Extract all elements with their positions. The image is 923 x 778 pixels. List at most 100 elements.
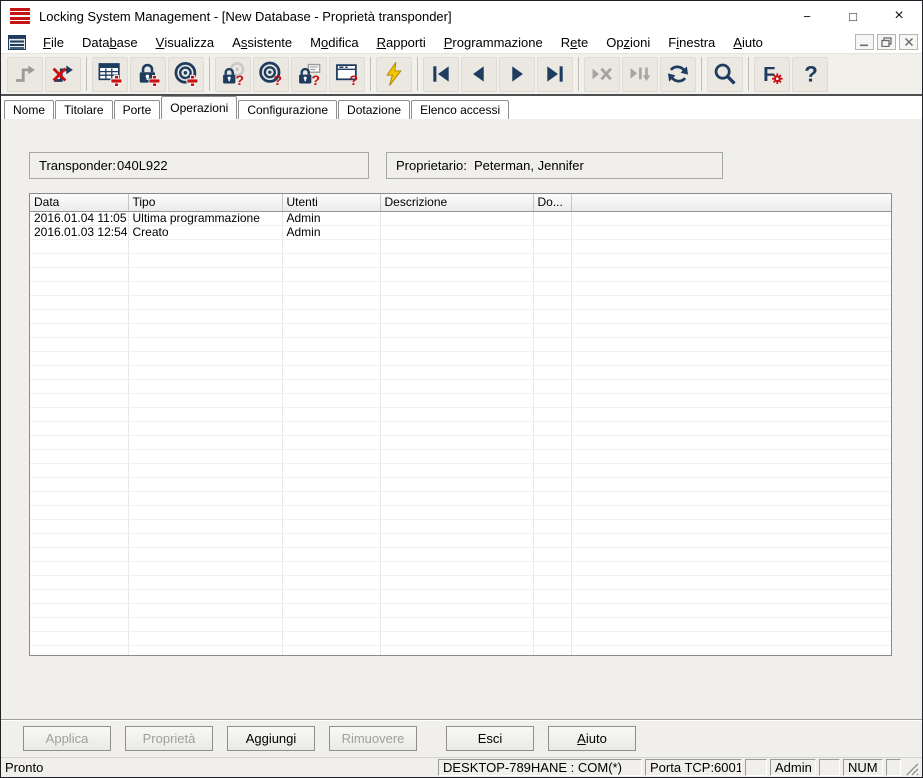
table-row[interactable]	[30, 631, 891, 645]
menu-aiuto[interactable]: Aiuto	[724, 31, 772, 53]
table-row[interactable]	[30, 379, 891, 393]
menu-assistente[interactable]: Assistente	[223, 31, 301, 53]
tab-dotazione[interactable]: Dotazione	[338, 100, 410, 119]
lock-add-button[interactable]	[130, 57, 166, 92]
esci-button[interactable]: Esci	[446, 726, 534, 751]
menu-database[interactable]: Database	[73, 31, 147, 53]
tab-porte[interactable]: Porte	[114, 100, 161, 119]
table-row[interactable]	[30, 421, 891, 435]
table-row[interactable]	[30, 575, 891, 589]
applica-button[interactable]: Applica	[23, 726, 111, 751]
column-header-tipo[interactable]: Tipo	[128, 194, 282, 211]
menu-modifica[interactable]: Modifica	[301, 31, 367, 53]
aiuto-button[interactable]: Aiuto	[548, 726, 636, 751]
table-row[interactable]: 2016.01.04 11:05Ultima programmazioneAdm…	[30, 211, 891, 225]
transponder-add-icon	[173, 61, 199, 87]
skip-cancel-button[interactable]	[584, 57, 620, 92]
menu-bar: File Database Visualizza Assistente Modi…	[1, 31, 922, 54]
table-row[interactable]	[30, 435, 891, 449]
table-row[interactable]	[30, 393, 891, 407]
table-row[interactable]	[30, 589, 891, 603]
table-row[interactable]	[30, 477, 891, 491]
menu-rapporti[interactable]: Rapporti	[368, 31, 435, 53]
table-row[interactable]	[30, 309, 891, 323]
transponder-add-button[interactable]	[168, 57, 204, 92]
search-button[interactable]	[707, 57, 743, 92]
table-row[interactable]	[30, 267, 891, 281]
svg-text:?: ?	[311, 73, 320, 87]
table-row[interactable]	[30, 645, 891, 656]
search-icon	[712, 61, 738, 87]
menu-rete[interactable]: Rete	[552, 31, 597, 53]
table-row[interactable]	[30, 323, 891, 337]
refresh-button[interactable]	[660, 57, 696, 92]
mdi-minimize-button[interactable]	[855, 34, 874, 50]
menu-opzioni[interactable]: Opzioni	[597, 31, 659, 53]
table-row[interactable]	[30, 547, 891, 561]
column-header-documento[interactable]: Do...	[533, 194, 571, 211]
table-row[interactable]	[30, 561, 891, 575]
app-logo-icon	[10, 8, 30, 25]
table-row[interactable]	[30, 351, 891, 365]
mdi-document-icon[interactable]	[8, 35, 26, 50]
table-row[interactable]	[30, 463, 891, 477]
column-header-descrizione[interactable]: Descrizione	[380, 194, 533, 211]
table-row[interactable]	[30, 337, 891, 351]
resize-grip[interactable]	[903, 760, 920, 777]
filter-settings-button[interactable]: F	[754, 57, 790, 92]
aggiungi-button[interactable]: Aggiungi	[227, 726, 315, 751]
window-question-button[interactable]: ?	[329, 57, 365, 92]
table-row[interactable]	[30, 253, 891, 267]
table-row[interactable]	[30, 491, 891, 505]
last-record-button[interactable]	[537, 57, 573, 92]
mdi-close-button[interactable]	[899, 34, 918, 50]
table-row[interactable]	[30, 407, 891, 421]
transponder-question-button[interactable]: ?	[253, 57, 289, 92]
tab-operazioni[interactable]: Operazioni	[161, 96, 237, 119]
table-row[interactable]	[30, 505, 891, 519]
table-row[interactable]	[30, 449, 891, 463]
table-row[interactable]	[30, 239, 891, 253]
tab-elenco-accessi[interactable]: Elenco accessi	[411, 100, 509, 119]
tab-nome[interactable]: Nome	[4, 100, 54, 119]
tab-titolare[interactable]: Titolare	[55, 100, 113, 119]
maximize-button[interactable]: □	[830, 1, 876, 31]
close-button[interactable]: ×	[876, 1, 922, 31]
menu-programmazione[interactable]: Programmazione	[435, 31, 552, 53]
window-question-icon: ?	[334, 61, 360, 87]
toolbar-separator	[86, 57, 87, 91]
operations-table: Data Tipo Utenti Descrizione Do... 2016.…	[29, 193, 892, 656]
skip-down-button[interactable]	[622, 57, 658, 92]
previous-record-button[interactable]	[461, 57, 497, 92]
proprieta-button[interactable]: Proprietà	[125, 726, 213, 751]
lock-question-button[interactable]: ?	[215, 57, 251, 92]
table-row[interactable]	[30, 281, 891, 295]
first-record-button[interactable]	[423, 57, 459, 92]
cancel-zigzag-button[interactable]	[45, 57, 81, 92]
program-button[interactable]	[376, 57, 412, 92]
mdi-restore-button[interactable]	[877, 34, 896, 50]
window-title: Locking System Management - [New Databas…	[39, 9, 452, 24]
column-header-data[interactable]: Data	[30, 194, 128, 211]
next-record-button[interactable]	[499, 57, 535, 92]
zigzag-arrow-button[interactable]	[7, 57, 43, 92]
menu-finestra[interactable]: Finestra	[659, 31, 724, 53]
minimize-button[interactable]: −	[784, 1, 830, 31]
table-row[interactable]	[30, 295, 891, 309]
lock-card-question-button[interactable]: ?	[291, 57, 327, 92]
table-row[interactable]	[30, 617, 891, 631]
table-row[interactable]	[30, 603, 891, 617]
title-bar: Locking System Management - [New Databas…	[1, 1, 922, 31]
table-row[interactable]	[30, 519, 891, 533]
menu-visualizza[interactable]: Visualizza	[147, 31, 224, 53]
table-row[interactable]: 2016.01.03 12:54CreatoAdmin	[30, 225, 891, 239]
table-row[interactable]	[30, 365, 891, 379]
table-row[interactable]	[30, 533, 891, 547]
matrix-add-button[interactable]	[92, 57, 128, 92]
column-header-utenti[interactable]: Utenti	[282, 194, 380, 211]
rimuovere-button[interactable]: Rimuovere	[329, 726, 417, 751]
status-ready: Pronto	[5, 760, 435, 775]
menu-file[interactable]: File	[34, 31, 73, 53]
help-button[interactable]: ?	[792, 57, 828, 92]
tab-configurazione[interactable]: Configurazione	[238, 100, 337, 119]
